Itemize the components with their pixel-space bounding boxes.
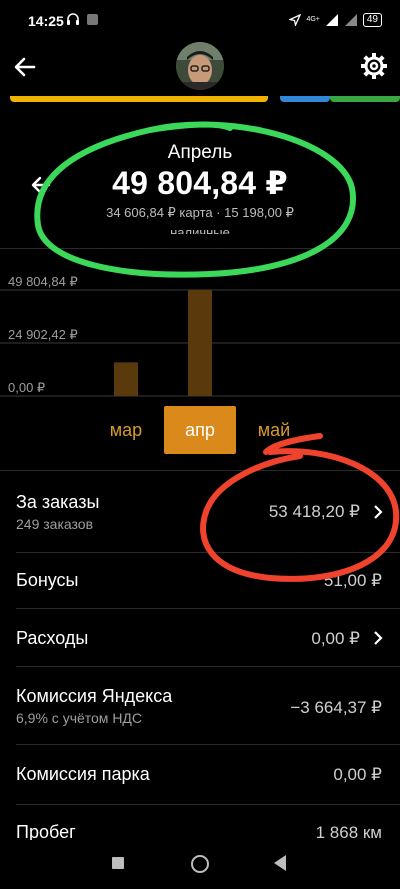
headphones-icon [67, 13, 79, 25]
month-button-apr[interactable]: апр [164, 406, 236, 454]
month-button-mar[interactable]: мар [90, 406, 162, 454]
avatar-image [176, 42, 224, 90]
divider [16, 666, 400, 667]
network-type: 4G+ [306, 16, 320, 23]
progress-strip-yellow [10, 96, 268, 102]
progress-strip-green [330, 96, 400, 102]
earnings-chart: 49 804,84 ₽ 24 902,42 ₽ 0,00 ₽ [0, 274, 400, 397]
earnings-breakdown-cont: наличные [170, 226, 230, 234]
orders-row[interactable]: За заказы 249 заказов 53 418,20 ₽ [0, 488, 400, 548]
yandex-fee-value: −3 664,37 ₽ [290, 698, 382, 717]
orders-label: За заказы [16, 492, 100, 512]
earnings-breakdown: 34 606,84 ₽ карта · 15 198,00 ₽ [106, 205, 294, 220]
progress-strip-blue [280, 96, 330, 102]
divider [0, 470, 400, 471]
yandex-fee-row: Комиссия Яндекса 6,9% с учётом НДС −3 66… [0, 678, 400, 738]
divider [16, 804, 400, 805]
divider [0, 248, 400, 249]
divider [16, 744, 400, 745]
month-button-may[interactable]: май [238, 406, 310, 454]
park-fee-row: Комиссия парка 0,00 ₽ [0, 754, 400, 802]
avatar[interactable] [176, 42, 224, 90]
back-button[interactable] [274, 855, 286, 871]
signal-icon [325, 14, 338, 26]
recents-button[interactable] [112, 857, 124, 869]
status-right: 4G+ 49 [289, 12, 382, 28]
total-earnings: 49 804,84 ₽ [112, 165, 288, 201]
yandex-fee-label: Комиссия Яндекса [16, 686, 173, 706]
location-icon [289, 14, 302, 26]
divider [16, 552, 400, 553]
yandex-fee-rate: 6,9% с учётом НДС [16, 710, 143, 726]
chevron-right-icon [374, 631, 383, 645]
orders-count: 249 заказов [16, 516, 93, 532]
chevron-right-icon [374, 505, 383, 519]
home-button[interactable] [191, 855, 209, 873]
status-time: 14:25 [28, 13, 64, 29]
divider [16, 608, 400, 609]
park-fee-label: Комиссия парка [16, 764, 150, 784]
signal-icon-2 [344, 14, 357, 26]
status-bar: 14:25 4G+ 49 [0, 0, 400, 44]
notification-icon [87, 14, 98, 25]
month-title: Апрель [167, 142, 233, 163]
bonus-value: 51,00 ₽ [323, 571, 382, 590]
battery-level: 49 [362, 13, 382, 27]
chart-tick-label: 49 804,84 ₽ [8, 274, 78, 289]
park-fee-value: 0,00 ₽ [333, 765, 382, 784]
chart-bar-мар [114, 362, 138, 396]
orders-value: 53 418,20 ₽ [268, 502, 360, 521]
expenses-value: 0,00 ₽ [311, 629, 360, 648]
chart-tick-label: 0,00 ₽ [8, 380, 45, 395]
expenses-label: Расходы [16, 628, 89, 648]
chart-tick-label: 24 902,42 ₽ [8, 327, 78, 342]
bonus-label: Бонусы [16, 570, 79, 590]
gear-icon[interactable] [360, 52, 388, 80]
expenses-row[interactable]: Расходы 0,00 ₽ [0, 618, 400, 666]
chart-bar-апр [188, 290, 212, 396]
back-arrow-icon[interactable] [12, 56, 38, 78]
bonus-row: Бонусы 51,00 ₽ [0, 560, 400, 608]
